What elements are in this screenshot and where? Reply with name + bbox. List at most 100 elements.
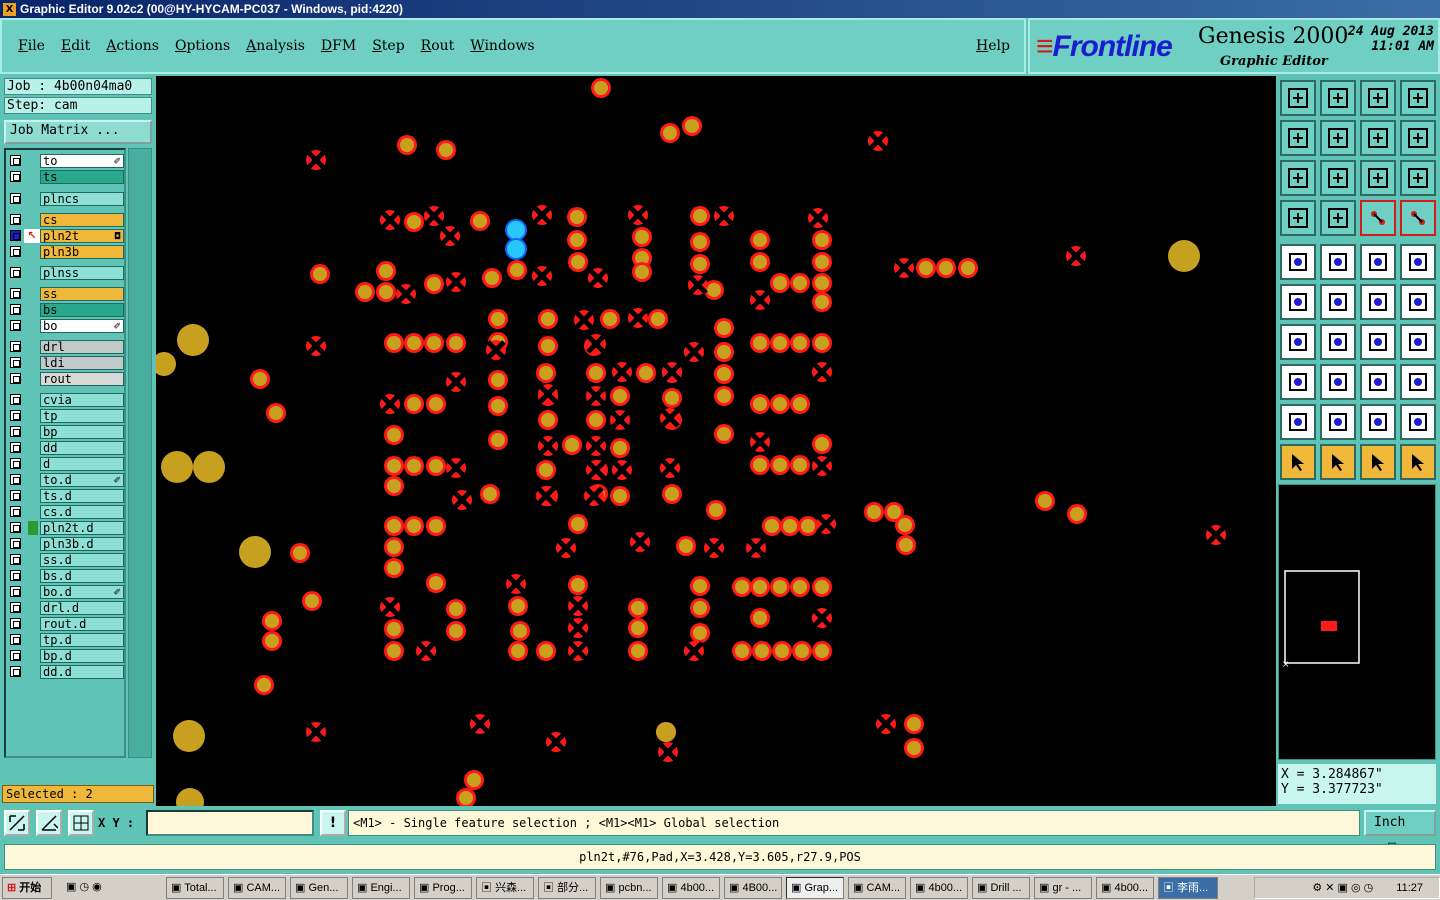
menu-analysis[interactable]: Analysis	[246, 38, 305, 54]
thermal-pad[interactable]	[486, 340, 506, 360]
pad[interactable]	[404, 212, 424, 232]
pad[interactable]	[904, 738, 924, 758]
taskbar-item[interactable]: ▣ 兴森...	[476, 877, 534, 899]
thermal-pad[interactable]	[660, 458, 680, 478]
minus-button[interactable]	[1320, 364, 1356, 400]
pad[interactable]	[676, 536, 696, 556]
job-matrix-button[interactable]: Job Matrix ...	[4, 120, 152, 144]
pad[interactable]	[538, 410, 558, 430]
thermal-pad[interactable]	[568, 618, 588, 638]
layer-checkbox[interactable]	[10, 634, 21, 645]
pad[interactable]	[600, 309, 620, 329]
pad[interactable]	[536, 641, 556, 661]
pad[interactable]	[790, 577, 810, 597]
pad[interactable]	[714, 364, 734, 384]
pad[interactable]	[384, 516, 404, 536]
thermal-pad[interactable]	[446, 372, 466, 392]
window-button[interactable]	[1400, 80, 1436, 116]
layer-row-d[interactable]: d	[6, 457, 124, 471]
layer-name[interactable]: ss.d	[40, 553, 124, 567]
taskbar-item[interactable]: ▣ gr - ...	[1034, 877, 1092, 899]
pad[interactable]	[254, 675, 274, 695]
thermal-pad[interactable]	[588, 268, 608, 288]
layer-checkbox[interactable]	[10, 586, 21, 597]
layer-checkbox[interactable]	[10, 304, 21, 315]
start-button[interactable]: ⊞ 开始	[2, 877, 52, 899]
pad[interactable]	[662, 388, 682, 408]
layer-checkbox[interactable]	[10, 426, 21, 437]
large-pad[interactable]	[177, 324, 209, 356]
thermal-pad[interactable]	[746, 538, 766, 558]
thermal-pad[interactable]	[628, 205, 648, 225]
layer-name[interactable]: bo ✐	[40, 319, 124, 333]
thermal-pad[interactable]	[586, 334, 606, 354]
layer-checkbox[interactable]	[10, 373, 21, 384]
pad[interactable]	[762, 516, 782, 536]
taskbar-item[interactable]: ▣ 李雨...	[1158, 877, 1218, 899]
layer-settings-button[interactable]	[1280, 200, 1316, 236]
layer-row-bo-d[interactable]: bo.d ✐	[6, 585, 124, 599]
snap-button[interactable]	[68, 810, 94, 836]
pad[interactable]	[384, 537, 404, 557]
layer-row-pln3b-d[interactable]: pln3b.d	[6, 537, 124, 551]
layer-row-plnss[interactable]: plnss	[6, 266, 124, 280]
thermal-pad[interactable]	[586, 460, 606, 480]
layer-row-dd[interactable]: dd	[6, 441, 124, 455]
layer-checkbox[interactable]	[10, 554, 21, 565]
pad[interactable]	[384, 425, 404, 445]
pad[interactable]	[568, 252, 588, 272]
pcb-view[interactable]	[156, 76, 1276, 806]
thermal-pad[interactable]	[538, 436, 558, 456]
pad[interactable]	[446, 333, 466, 353]
pad[interactable]	[567, 207, 587, 227]
pad[interactable]	[536, 363, 556, 383]
pad[interactable]	[648, 309, 668, 329]
layer-checkbox[interactable]	[10, 522, 21, 533]
pad[interactable]	[636, 363, 656, 383]
layer-checkbox[interactable]	[10, 230, 21, 241]
thermal-pad[interactable]	[568, 641, 588, 661]
pointer-box-button[interactable]	[1320, 444, 1356, 480]
thermal-pad[interactable]	[546, 732, 566, 752]
circle-select-button[interactable]	[1400, 244, 1436, 280]
layer-name[interactable]: dd.d	[40, 665, 124, 679]
zoom-fit-button[interactable]	[1280, 160, 1316, 196]
pad[interactable]	[812, 333, 832, 353]
thermal-pad[interactable]	[380, 210, 400, 230]
thermal-pad[interactable]	[612, 362, 632, 382]
save-button[interactable]	[1320, 80, 1356, 116]
layer-list-scrollbar[interactable]	[128, 148, 152, 758]
thermal-pad[interactable]	[536, 486, 556, 506]
pad[interactable]	[384, 641, 404, 661]
large-pad[interactable]	[173, 720, 205, 752]
pad[interactable]	[690, 576, 710, 596]
pad[interactable]	[262, 611, 282, 631]
pad[interactable]	[538, 309, 558, 329]
layer-name[interactable]: d	[40, 457, 124, 471]
pad[interactable]	[426, 516, 446, 536]
thermal-pad[interactable]	[704, 538, 724, 558]
thermal-pad[interactable]	[538, 384, 558, 404]
move-button[interactable]	[1360, 284, 1396, 320]
pad[interactable]	[470, 211, 490, 231]
pad[interactable]	[632, 227, 652, 247]
pad[interactable]	[488, 309, 508, 329]
layer-checkbox[interactable]	[10, 474, 21, 485]
menu-dfm[interactable]: DFM	[321, 38, 356, 54]
large-pad[interactable]	[156, 352, 176, 376]
pad[interactable]	[628, 618, 648, 638]
layer-row-bp-d[interactable]: bp.d	[6, 649, 124, 663]
pad[interactable]	[510, 621, 530, 641]
angle-button[interactable]	[1280, 324, 1316, 360]
pad[interactable]	[790, 333, 810, 353]
layer-checkbox[interactable]	[10, 394, 21, 405]
layer-row-cs[interactable]: cs	[6, 213, 124, 227]
layer-name[interactable]: tp.d	[40, 633, 124, 647]
pad[interactable]	[464, 770, 484, 790]
pad[interactable]	[536, 460, 556, 480]
pad[interactable]	[770, 394, 790, 414]
pad[interactable]	[384, 333, 404, 353]
pad[interactable]	[436, 140, 456, 160]
thermal-pad[interactable]	[812, 362, 832, 382]
thermal-pad[interactable]	[612, 460, 632, 480]
